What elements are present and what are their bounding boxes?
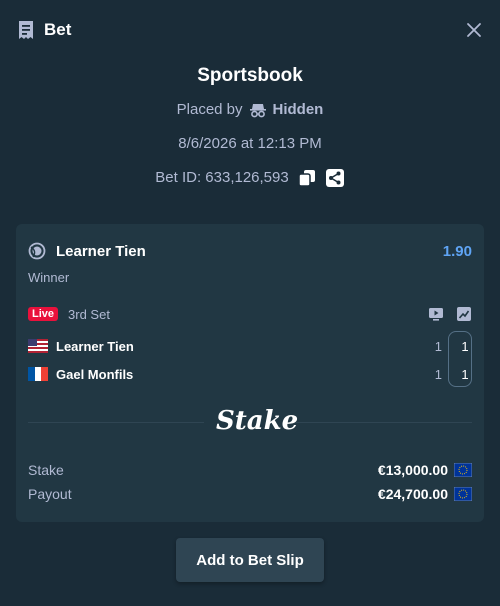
payout-value: €24,700.00 (377, 486, 448, 502)
placed-by-label: Placed by (176, 101, 243, 118)
placed-by-user: Hidden (272, 101, 324, 118)
live-stream-icon[interactable] (428, 306, 444, 322)
selection-row: Learner Tien 1.90 (28, 240, 472, 262)
selection-odds: 1.90 (442, 242, 472, 260)
modal-header: Bet (0, 0, 500, 60)
add-to-bet-slip-button[interactable]: Add to Bet Slip (176, 538, 324, 582)
payout-label: Payout (28, 486, 72, 502)
tennis-ball-icon (28, 242, 46, 260)
copy-icon[interactable] (297, 168, 317, 188)
current-game-box (448, 331, 472, 387)
bet-slip-icon (16, 20, 36, 40)
close-icon[interactable] (464, 20, 484, 40)
payout-row: Payout €24,700.00 (28, 484, 472, 504)
eur-icon (454, 463, 472, 477)
incognito-icon (249, 102, 267, 118)
fr-flag-icon (28, 367, 48, 381)
selection-name[interactable]: Learner Tien (56, 243, 146, 260)
bet-id: Bet ID: 633,126,593 (155, 169, 289, 186)
divider (296, 422, 472, 423)
stake-row: Stake €13,000.00 (28, 460, 472, 480)
stake-label: Stake (28, 462, 64, 478)
bet-date: 8/6/2026 at 12:13 PM (178, 135, 322, 152)
eur-icon (454, 487, 472, 501)
market-name: Winner (28, 270, 70, 285)
stats-chart-icon[interactable] (456, 306, 472, 322)
team-name: Learner Tien (56, 338, 134, 354)
team-row: Learner Tien 1 1 (28, 336, 472, 356)
team-name: Gael Monfils (56, 366, 134, 382)
book-title: Sportsbook (197, 65, 303, 86)
bet-id-row: Bet ID: 633,126,593 (0, 166, 500, 190)
us-flag-icon (28, 339, 48, 353)
modal-title: Bet (44, 20, 72, 39)
bet-summary: Sportsbook Placed by Hidden 8/6/2026 at … (0, 60, 500, 190)
live-badge: Live (28, 307, 59, 321)
match-period: 3rd Set (68, 306, 110, 322)
set-score: 1 (434, 366, 442, 382)
stake-logo: Stake (216, 406, 299, 436)
bet-card: Learner Tien 1.90 Winner Live 3rd Set Le… (16, 224, 484, 522)
divider (28, 422, 204, 423)
stake-value: €13,000.00 (377, 462, 448, 478)
set-score: 1 (434, 338, 442, 354)
share-icon[interactable] (325, 168, 345, 188)
live-row: Live 3rd Set (28, 304, 472, 324)
match-icons (428, 306, 472, 322)
team-row: Gael Monfils 1 1 (28, 364, 472, 384)
placed-by: Placed by Hidden (0, 99, 500, 121)
